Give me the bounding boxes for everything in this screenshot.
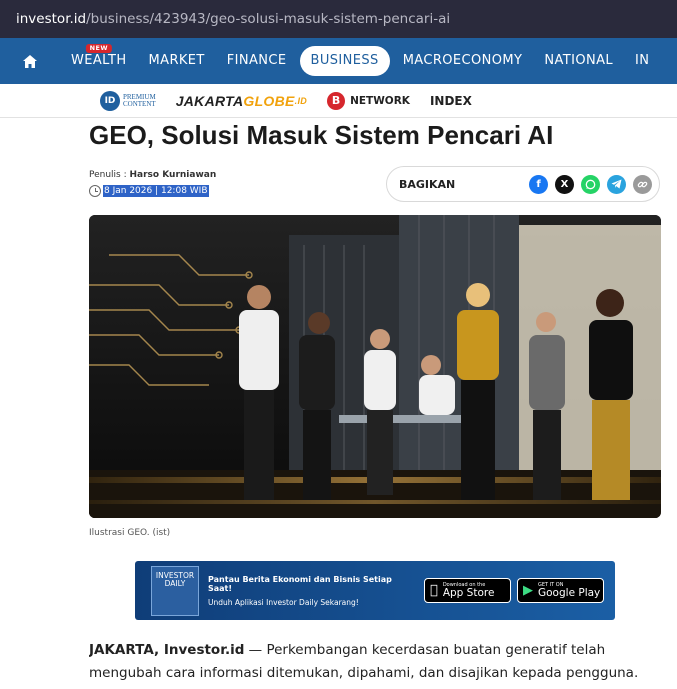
investor-daily-logo: INVESTOR DAILY [151, 565, 199, 616]
main-nav: NEW WEALTH MARKET FINANCE BUSINESS MACROE… [0, 38, 677, 84]
apple-icon:  [430, 583, 438, 598]
nav-item-label: FINANCE [226, 53, 287, 68]
link-icon[interactable] [633, 174, 652, 194]
play-icon: ▶ [523, 583, 533, 598]
facebook-icon[interactable]: f [529, 174, 548, 194]
url-path: /business/423943/geo-solusi-masuk-sistem… [86, 11, 451, 27]
nav-item-market[interactable]: MARKET [138, 38, 216, 84]
new-badge: NEW [85, 44, 112, 53]
image-caption: Ilustrasi GEO. (ist) [89, 528, 171, 538]
app-store-button[interactable]: Download on theApp Store [424, 578, 511, 603]
gplay-label: Google Play [538, 587, 601, 599]
home-icon [23, 54, 37, 68]
home-button[interactable] [0, 38, 60, 84]
clock-icon [89, 185, 101, 197]
lead-text: — Perkembangan kecerdasan buatan generat… [244, 642, 606, 658]
app-download-banner[interactable]: INVESTOR DAILY Pantau Berita Ekonomi dan … [135, 561, 615, 620]
telegram-icon[interactable] [607, 174, 626, 194]
bnetwork-link[interactable]: B NETWORK [327, 91, 410, 110]
index-link[interactable]: INDEX [430, 94, 472, 108]
bnetwork-logo: B [327, 91, 346, 110]
nav-item-label: MARKET [148, 53, 205, 68]
banner-subtext: Unduh Aplikasi Investor Daily Sekarang! [208, 597, 359, 607]
nav-item-business[interactable]: BUSINESS [299, 46, 390, 76]
google-play-button[interactable]: ▶ GET IT ON Google Play [517, 578, 604, 603]
url-host: investor.id [16, 11, 87, 27]
appstore-label: App Store [435, 587, 495, 599]
nav-item-national[interactable]: NATIONAL [533, 38, 624, 84]
author-prefix: Penulis : [89, 170, 130, 180]
article-body: JAKARTA, Investor.id — Perkembangan kece… [89, 639, 661, 685]
nav-item-international[interactable]: IN [624, 38, 660, 84]
address-bar[interactable]: investor.id/business/423943/geo-solusi-m… [0, 0, 677, 38]
article-title: GEO, Solusi Masuk Sistem Pencari AI [89, 120, 554, 150]
banner-headline: Pantau Berita Ekonomi dan Bisnis Setiap … [208, 574, 392, 593]
bnetwork-label: NETWORK [350, 94, 410, 107]
author-line: Penulis : Harso Kurniawan [89, 170, 216, 180]
nav-item-wealth[interactable]: NEW WEALTH [60, 38, 138, 84]
share-label: BAGIKAN [399, 177, 456, 191]
jakarta-label: JAKARTA [175, 92, 244, 109]
hero-illustration [89, 215, 661, 518]
logo-line2: DAILY [164, 578, 186, 588]
body-line-2: mengubah cara informasi ditemukan, dipah… [89, 665, 639, 681]
nav-item-label: WEALTH [71, 53, 127, 68]
x-icon[interactable]: X [555, 174, 574, 194]
share-bar: BAGIKAN f X [386, 166, 660, 202]
jakarta-globe-link[interactable]: JAKARTA GLOBE .ID [176, 93, 307, 109]
dateline: JAKARTA, Investor.id [89, 642, 245, 658]
nav-item-finance[interactable]: FINANCE [216, 38, 298, 84]
date-value: 8 Jan 2026 | 12:08 WIB [103, 185, 209, 197]
globe-suffix: .ID [294, 95, 308, 106]
nav-item-label: NATIONAL [544, 53, 614, 68]
nav-item-label: MACROECONOMY [402, 53, 523, 68]
content-label: CONTENT [123, 99, 156, 108]
whatsapp-icon[interactable] [581, 174, 600, 194]
author-name[interactable]: Harso Kurniawan [130, 170, 217, 180]
nav-item-label: IN [635, 53, 650, 68]
nav-item-label: BUSINESS [310, 53, 379, 68]
premium-logo: ID [100, 90, 120, 111]
nav-item-macroeconomy[interactable]: MACROECONOMY [392, 38, 534, 84]
globe-label: GLOBE [243, 92, 295, 109]
hero-image [89, 215, 661, 518]
sub-nav: ID PREMIUM CONTENT JAKARTA GLOBE .ID B NETWO… [0, 84, 677, 118]
premium-content-link[interactable]: ID PREMIUM CONTENT [100, 90, 156, 111]
publish-date: 8 Jan 2026 | 12:08 WIB [89, 185, 209, 197]
